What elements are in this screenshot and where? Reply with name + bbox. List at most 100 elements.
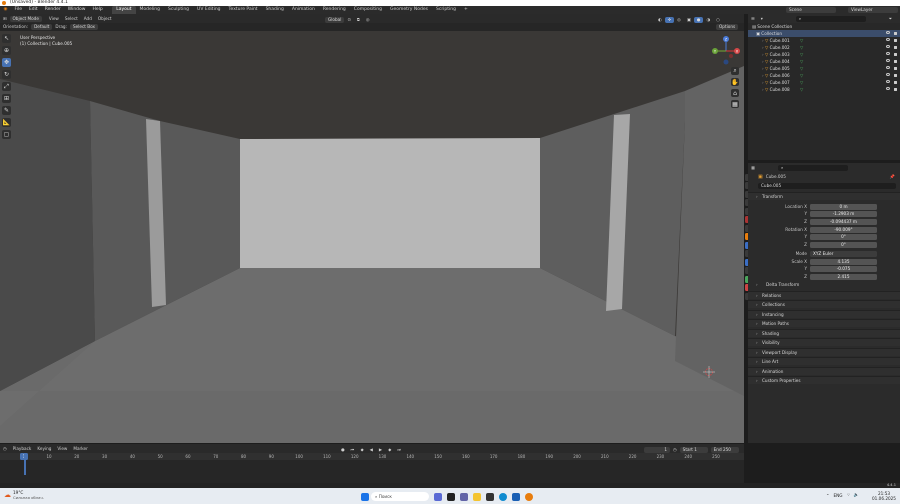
taskbar-search-input[interactable]: ⌕ Поиск <box>371 492 429 501</box>
rotation-x-field[interactable]: -90.009° <box>810 226 877 233</box>
tab-compositing[interactable]: Compositing <box>350 6 386 14</box>
menu-file[interactable]: File <box>11 6 26 14</box>
options-dropdown[interactable]: Options <box>716 24 739 30</box>
camera-icon[interactable] <box>894 38 897 42</box>
app-icon-3[interactable] <box>511 492 520 501</box>
eye-icon[interactable] <box>886 45 890 48</box>
editor-type-icon[interactable]: ⊞ <box>0 15 10 23</box>
scale-z-field[interactable]: 2.415 <box>810 273 877 280</box>
outliner-item[interactable]: › ▽ Cube.001 ▽ <box>748 37 900 44</box>
outliner-item[interactable]: › ▽ Cube.003 ▽ <box>748 51 900 58</box>
tab-shading[interactable]: Shading <box>262 6 288 14</box>
wifi-icon[interactable]: ⌔ <box>847 492 851 498</box>
outliner-item[interactable]: › ▽ Cube.008 ▽ <box>748 86 900 93</box>
3d-viewport[interactable]: User Perspective (1) Collection | Cube.0… <box>0 31 744 443</box>
tab-geometry-nodes[interactable]: Geometry Nodes <box>386 6 432 14</box>
transform-tool-icon[interactable]: ⊞ <box>2 94 11 103</box>
outliner-filter-icon[interactable]: ▾ <box>758 15 766 23</box>
eye-icon[interactable] <box>886 87 890 90</box>
camera-icon[interactable] <box>894 87 897 91</box>
menu-window[interactable]: Window <box>64 6 89 14</box>
camera-icon[interactable] <box>894 52 897 56</box>
outliner-item[interactable]: › ▽ Cube.007 ▽ <box>748 79 900 86</box>
vp-menu-add[interactable]: Add <box>81 15 95 23</box>
camera-icon[interactable] <box>894 80 897 84</box>
teams-icon[interactable] <box>459 492 468 501</box>
outliner-item[interactable]: › ▽ Cube.005 ▽ <box>748 65 900 72</box>
tab-uv-editing[interactable]: UV Editing <box>193 6 224 14</box>
timeline-menu-view[interactable]: View <box>54 445 70 453</box>
app-icon-2[interactable] <box>485 492 494 501</box>
outliner-funnel-icon[interactable]: ⏷ <box>886 15 895 23</box>
menu-help[interactable]: Help <box>89 6 106 14</box>
property-panel-header[interactable]: Instancing <box>748 309 900 319</box>
camera-icon[interactable] <box>894 66 897 70</box>
annotate-tool-icon[interactable]: ✎ <box>2 106 11 115</box>
end-frame-field[interactable]: End 250 <box>710 446 739 453</box>
mode-selector[interactable]: Object Mode <box>9 15 42 22</box>
file-explorer-icon[interactable] <box>472 492 481 501</box>
location-z-field[interactable]: -0.094437 m <box>810 218 877 225</box>
viewlayer-selector[interactable]: ViewLayer <box>848 7 898 13</box>
tab-sculpting[interactable]: Sculpting <box>164 6 193 14</box>
property-panel-header[interactable]: Viewport Display <box>748 347 900 357</box>
scale-y-field[interactable]: -0.075 <box>810 265 877 272</box>
property-panel-header[interactable]: Custom Properties <box>748 376 900 385</box>
rotation-z-field[interactable]: 0° <box>810 241 877 248</box>
zoom-icon[interactable]: ⌕ <box>731 67 739 75</box>
outliner-collection[interactable]: ▣ Collection <box>748 30 900 37</box>
outliner-search-input[interactable]: ⌕ <box>795 15 866 22</box>
transform-orientation-dropdown[interactable]: Global <box>325 16 345 23</box>
weather-widget[interactable]: ☁ 19°C Сильная облач. <box>4 490 44 500</box>
rotate-tool-icon[interactable]: ↻ <box>2 70 11 79</box>
property-panel-header[interactable]: Line Art <box>748 357 900 366</box>
object-name-field[interactable]: Cube.005 <box>758 182 896 189</box>
menu-edit[interactable]: Edit <box>25 6 41 14</box>
rotation-y-field[interactable]: 0° <box>810 233 877 240</box>
add-cube-tool-icon[interactable]: ▢ <box>2 130 11 139</box>
add-workspace-button[interactable]: + <box>460 6 472 14</box>
vp-menu-view[interactable]: View <box>46 15 62 23</box>
menu-render[interactable]: Render <box>41 6 64 14</box>
camera-icon[interactable] <box>894 31 897 35</box>
property-panel-header[interactable]: Collections <box>748 300 900 309</box>
eye-icon[interactable] <box>886 80 890 83</box>
outliner-scene-collection[interactable]: ▤ Scene Collection <box>748 23 900 30</box>
property-panel-header[interactable]: Visibility <box>748 338 900 347</box>
shading-solid-icon[interactable]: ● <box>693 16 704 23</box>
timeline-menu-marker[interactable]: Marker <box>70 445 90 453</box>
app-icon-1[interactable] <box>446 492 455 501</box>
scale-x-field[interactable]: 4.135 <box>810 258 877 265</box>
camera-view-icon[interactable]: ⌂ <box>731 89 739 97</box>
rotation-mode-dropdown[interactable]: XYZ Euler <box>810 250 877 257</box>
start-frame-field[interactable]: Start 1 <box>679 446 708 453</box>
property-panel-header[interactable]: Animation <box>748 366 900 376</box>
volume-icon[interactable]: 🔈 <box>853 492 858 498</box>
tab-animation[interactable]: Animation <box>288 6 319 14</box>
3d-cursor-icon[interactable]: ⊕ <box>2 46 11 55</box>
properties-editor-icon[interactable]: ▦ <box>748 164 758 172</box>
move-tool-icon[interactable]: ✥ <box>2 58 11 67</box>
vp-menu-object[interactable]: Object <box>95 15 115 23</box>
taskview-icon[interactable] <box>433 492 442 501</box>
camera-icon[interactable] <box>894 59 897 63</box>
scene-selector[interactable]: Scene <box>786 7 836 13</box>
drag-dropdown[interactable]: Select Box <box>69 24 99 30</box>
camera-icon[interactable] <box>894 73 897 77</box>
camera-icon[interactable] <box>894 45 897 49</box>
outliner-editor-icon[interactable]: ☰ <box>748 15 758 23</box>
scale-tool-icon[interactable]: ⤢ <box>2 82 11 91</box>
eye-icon[interactable] <box>886 52 890 55</box>
outliner-item[interactable]: › ▽ Cube.006 ▽ <box>748 72 900 79</box>
eye-icon[interactable] <box>886 66 890 69</box>
tab-scripting[interactable]: Scripting <box>432 6 460 14</box>
gizmo-toggle-icon[interactable]: ✣ <box>664 16 675 23</box>
blender-menu-icon[interactable]: ◉ <box>0 6 11 14</box>
delta-transform-header[interactable]: Delta Transform <box>748 281 900 289</box>
clock[interactable]: 21:53 01.06.2025 <box>872 491 896 501</box>
language-indicator[interactable]: ENG <box>834 493 843 498</box>
pan-hand-icon[interactable]: ✋ <box>731 78 739 86</box>
outliner-item[interactable]: › ▽ Cube.002 ▽ <box>748 44 900 51</box>
tab-modeling[interactable]: Modeling <box>136 6 164 14</box>
tab-texture-paint[interactable]: Texture Paint <box>225 6 262 14</box>
